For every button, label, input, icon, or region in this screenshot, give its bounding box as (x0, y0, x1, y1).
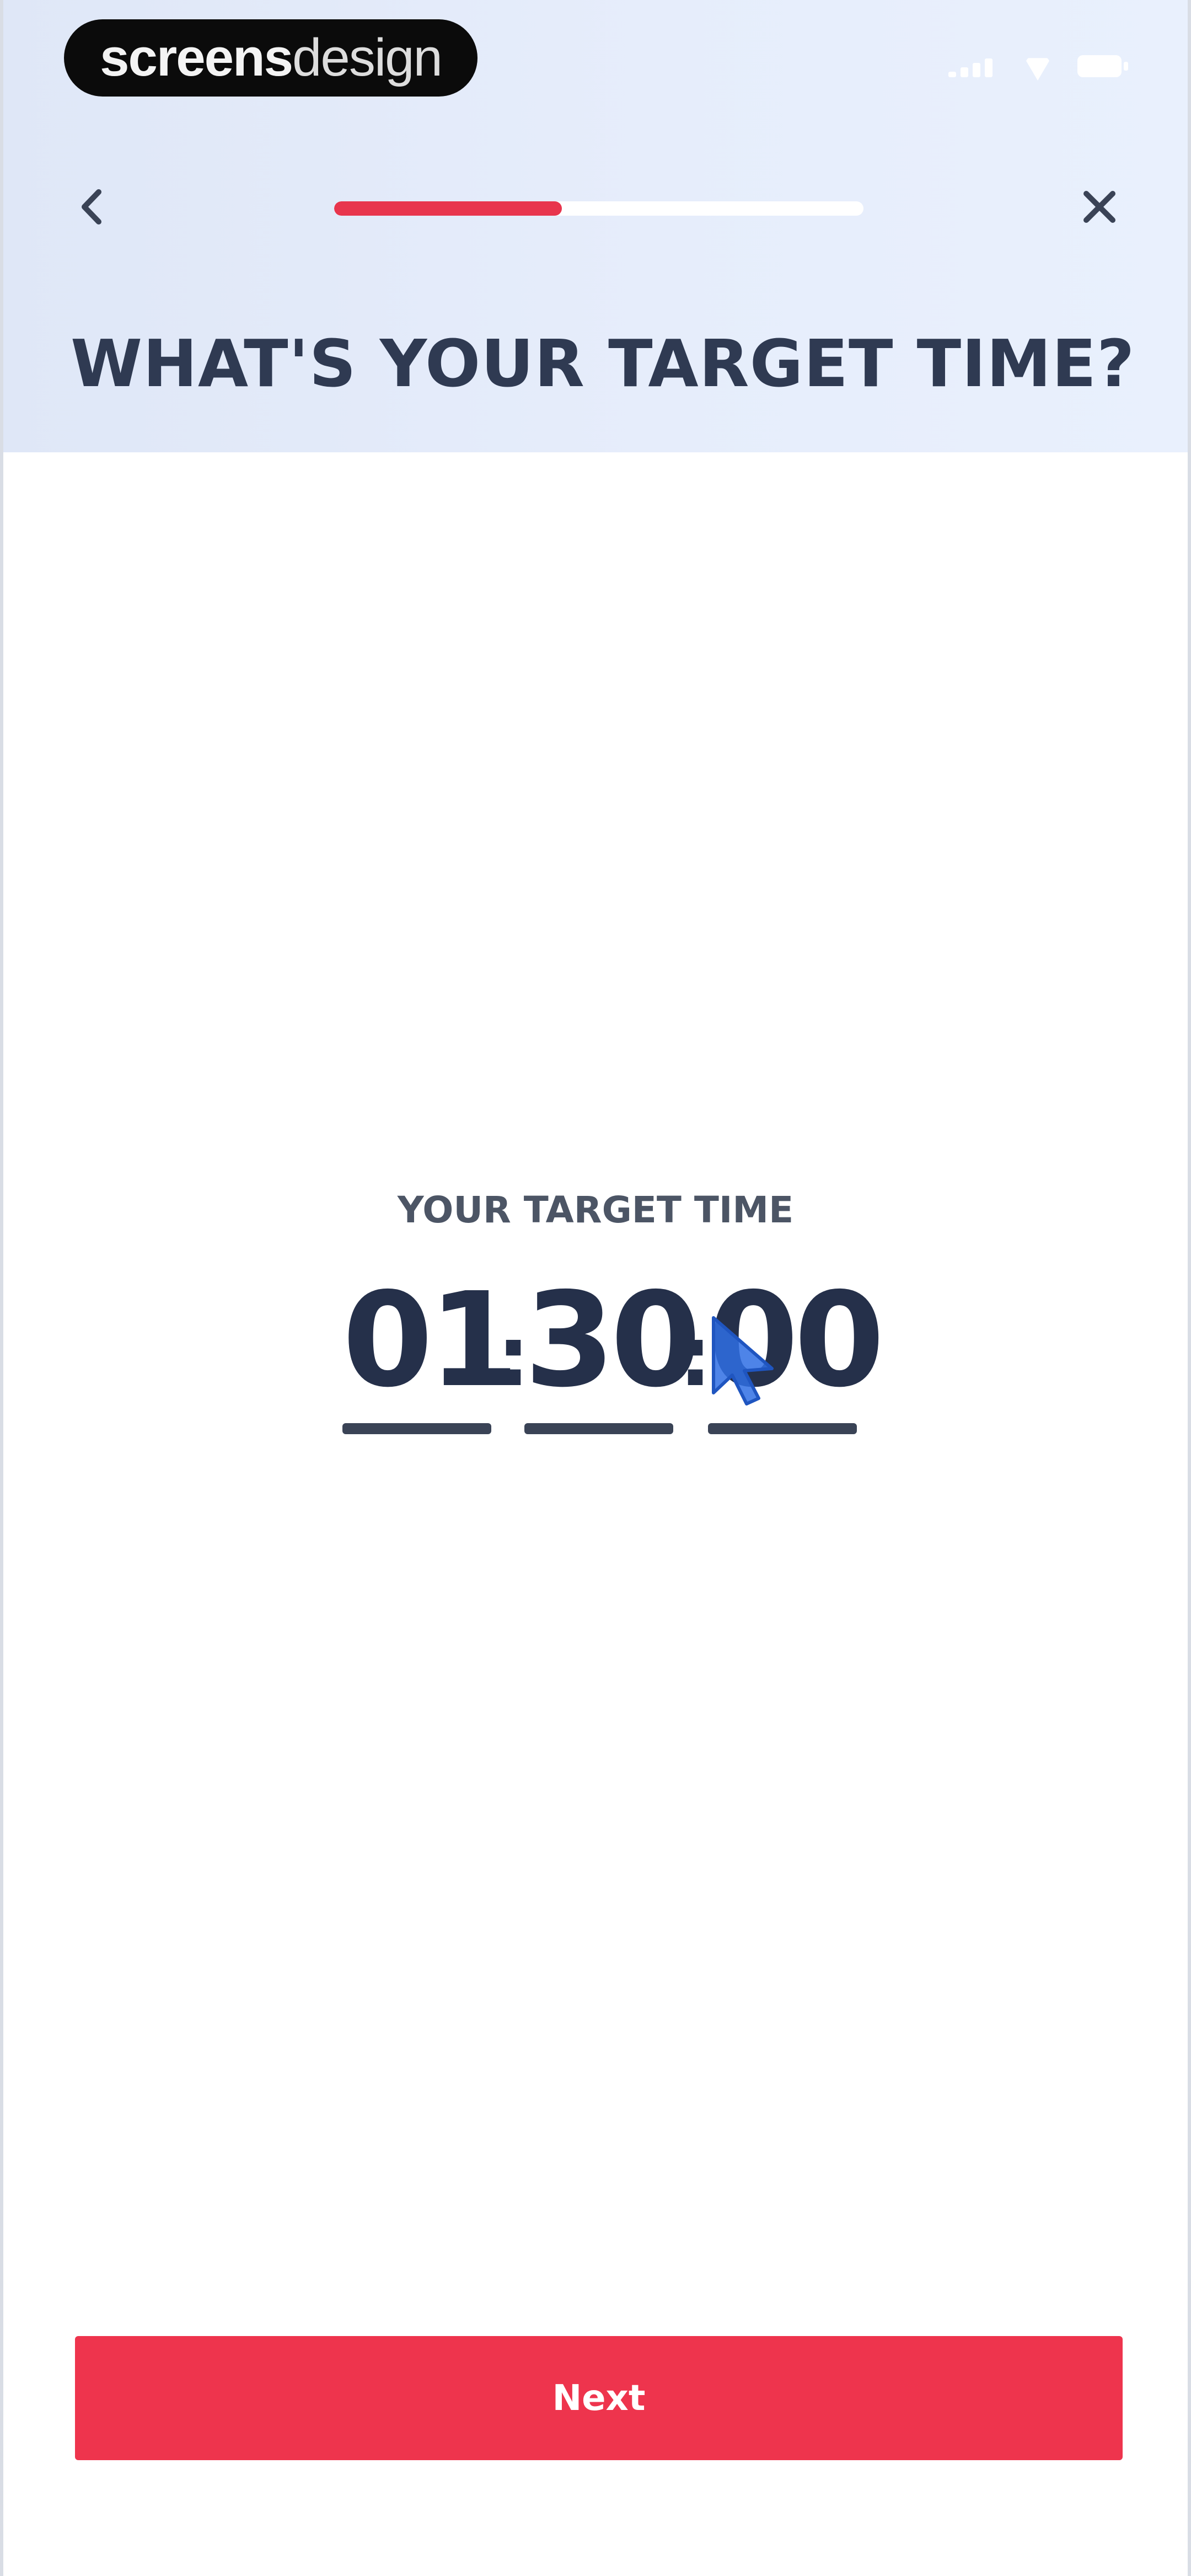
seconds-underline (708, 1423, 857, 1434)
brand-text-light: design (292, 28, 443, 87)
signal-icon (948, 55, 998, 77)
close-button[interactable] (1072, 177, 1127, 237)
nav-row (3, 165, 1188, 248)
hours-field[interactable]: 01 (342, 1264, 519, 1434)
status-icons (948, 50, 1128, 83)
progress-bar (334, 201, 863, 216)
target-time-label: YOUR TARGET TIME (397, 1189, 794, 1231)
battery-icon (1077, 55, 1128, 77)
minutes-field[interactable]: 30 (524, 1264, 701, 1434)
hours-underline (342, 1423, 491, 1434)
back-button[interactable] (64, 177, 119, 237)
wifi-icon (1021, 54, 1054, 78)
chevron-left-icon (82, 189, 101, 225)
close-icon (1083, 191, 1115, 223)
seconds-field[interactable]: 00 (708, 1264, 884, 1434)
status-bar: screens design (3, 0, 1188, 116)
seconds-value: 00 (708, 1264, 884, 1416)
time-separator: : (679, 1309, 712, 1405)
app-screen: screens design WHAT'S YOUR TARGET TIME? … (0, 0, 1191, 2576)
progress-fill (334, 201, 562, 216)
page-title: WHAT'S YOUR TARGET TIME? (71, 325, 1135, 402)
header-panel: screens design WHAT'S YOUR TARGET TIME? (3, 0, 1188, 452)
time-separator: : (497, 1309, 530, 1405)
target-time-picker: 01 : 30 : 00 (3, 1269, 1188, 1434)
hours-value: 01 (342, 1264, 519, 1416)
brand-badge: screens design (64, 19, 478, 97)
brand-text-bold: screens (100, 28, 293, 87)
next-button[interactable]: Next (75, 2336, 1123, 2460)
minutes-underline (524, 1423, 673, 1434)
minutes-value: 30 (524, 1264, 701, 1416)
